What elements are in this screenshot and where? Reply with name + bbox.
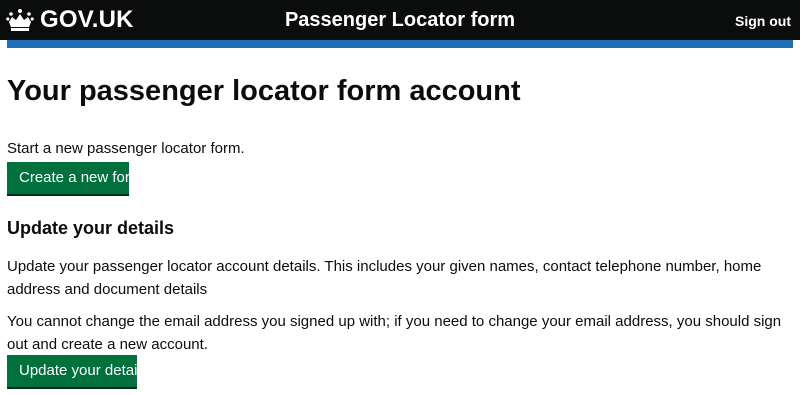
site-header: GOV.UK Passenger Locator form Sign out — [0, 0, 800, 40]
header-blue-bar — [7, 40, 793, 48]
update-details-heading: Update your details — [7, 218, 175, 238]
sign-out-link[interactable]: Sign out — [735, 12, 791, 30]
page-title: Your passenger locator form account — [7, 75, 521, 107]
update-details-button[interactable]: Update your details — [7, 355, 148, 387]
start-form-text: Start a new passenger locator form. — [7, 140, 245, 157]
email-change-text: You cannot change the email address you … — [7, 313, 782, 353]
create-new-form-button[interactable]: Create a new form — [7, 162, 142, 194]
service-name-link[interactable]: Passenger Locator form — [0, 8, 800, 32]
update-details-text: Update your passenger locator account de… — [7, 258, 762, 298]
